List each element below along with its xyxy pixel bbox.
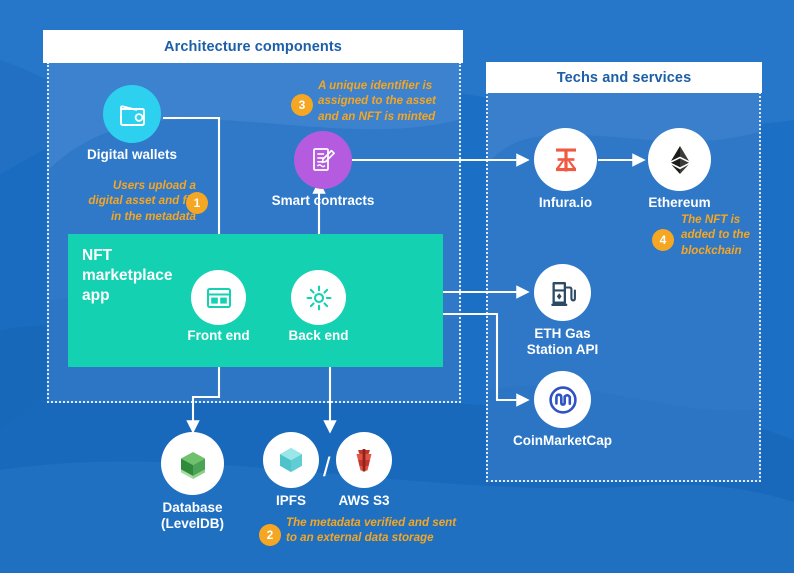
node-smart-contracts[interactable]: Smart contracts	[272, 131, 374, 208]
coinmarketcap-circle	[534, 371, 591, 428]
gas-pump-icon	[550, 281, 576, 306]
nft-marketplace-app-block: NFT marketplace app	[68, 234, 443, 367]
ipfs-label: IPFS	[275, 493, 307, 508]
database-circle	[161, 432, 224, 495]
digital-wallets-circle	[103, 85, 161, 143]
smart-contracts-circle	[294, 131, 352, 189]
ethereum-circle	[648, 128, 711, 191]
leveldb-cube-icon	[180, 451, 205, 479]
node-ethereum[interactable]: Ethereum	[648, 128, 711, 210]
node-aws-s3[interactable]: AWS S3	[336, 432, 392, 508]
ipfs-cube-icon	[280, 448, 302, 472]
gear-icon	[306, 285, 331, 310]
node-front-end[interactable]: Front end	[187, 270, 250, 343]
smart-contracts-label: Smart contracts	[271, 193, 375, 208]
contract-document-pen-icon	[313, 148, 335, 171]
back-end-label: Back end	[288, 328, 349, 343]
wallet-icon	[120, 105, 145, 126]
infographic-canvas: Architecture components Techs and servic…	[0, 0, 794, 573]
back-end-circle	[291, 270, 346, 325]
step-2-badge: 2	[259, 524, 281, 546]
step-4-badge: 4	[652, 229, 674, 251]
node-coinmarketcap[interactable]: CoinMarketCap	[513, 371, 612, 448]
step-2-text: The metadata verified and sent to an ext…	[286, 516, 457, 545]
storage-separator: /	[323, 452, 331, 482]
nft-app-label: NFT marketplace app	[82, 247, 173, 304]
infura-logo-icon	[555, 148, 576, 171]
database-label: Database (LevelDB)	[160, 500, 224, 532]
eth-gas-station-label: ETH Gas Station API	[526, 326, 599, 358]
front-end-label: Front end	[187, 328, 250, 343]
eth-gas-station-circle	[534, 264, 591, 321]
browser-layout-icon	[206, 287, 231, 308]
step-3-text: A unique identifier is assigned to the a…	[318, 79, 436, 123]
coinmarketcap-label: CoinMarketCap	[512, 433, 613, 448]
ipfs-circle	[263, 432, 319, 488]
aws-s3-label: AWS S3	[338, 493, 390, 508]
node-back-end[interactable]: Back end	[288, 270, 349, 343]
step-4-text: The NFT is added to the blockchain	[681, 213, 750, 257]
infura-circle	[534, 128, 597, 191]
ethereum-label: Ethereum	[648, 195, 711, 210]
aws-s3-bucket-icon	[356, 449, 372, 472]
node-eth-gas-station[interactable]: ETH Gas Station API	[527, 264, 598, 357]
front-end-circle	[191, 270, 246, 325]
coinmarketcap-logo-icon	[548, 385, 577, 414]
step-1-badge: 1	[186, 192, 208, 214]
ethereum-diamond-icon	[670, 145, 689, 174]
node-ipfs[interactable]: IPFS	[263, 432, 319, 508]
step-1-text: Users upload a digital asset and fill in…	[88, 179, 196, 223]
aws-s3-circle	[336, 432, 392, 488]
digital-wallets-label: Digital wallets	[86, 147, 178, 162]
step-3-badge: 3	[291, 94, 313, 116]
node-database[interactable]: Database (LevelDB)	[161, 432, 224, 531]
node-digital-wallets[interactable]: Digital wallets	[87, 85, 177, 162]
infura-label: Infura.io	[538, 195, 593, 210]
node-infura[interactable]: Infura.io	[534, 128, 597, 210]
